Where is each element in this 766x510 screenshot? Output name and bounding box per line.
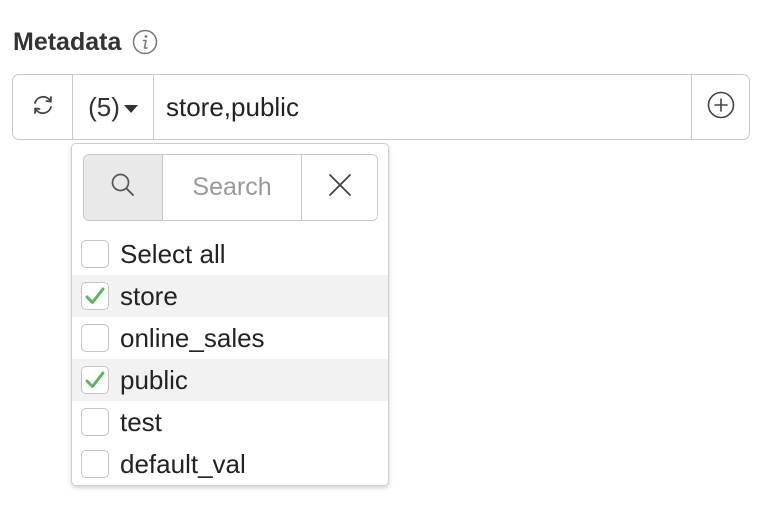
check-icon — [85, 371, 105, 388]
add-button[interactable] — [691, 75, 749, 139]
option-item[interactable]: test — [72, 401, 388, 443]
option-item[interactable]: store — [72, 275, 388, 317]
search-addon — [84, 155, 163, 220]
refresh-icon — [30, 92, 56, 123]
refresh-button[interactable] — [13, 75, 73, 139]
metadata-widget: Metadata (5) store,public Search Select … — [0, 0, 766, 510]
checkbox[interactable] — [81, 240, 109, 268]
close-icon — [327, 172, 353, 203]
check-icon — [85, 287, 105, 304]
search-icon — [109, 171, 137, 204]
metadata-value-field[interactable]: store,public — [154, 75, 691, 139]
option-item[interactable]: public — [72, 359, 388, 401]
count-dropdown-button[interactable]: (5) — [73, 75, 154, 139]
option-item[interactable]: default_val — [72, 443, 388, 485]
info-icon[interactable] — [132, 29, 158, 55]
metadata-input-group: (5) store,public — [12, 74, 750, 140]
option-label: Select all — [120, 238, 226, 269]
metadata-value: store,public — [166, 91, 299, 122]
checkbox[interactable] — [81, 324, 109, 352]
option-label: public — [120, 364, 188, 395]
option-list: Select all store online_sales public tes… — [72, 233, 388, 485]
search-input[interactable] — [163, 155, 302, 220]
option-item[interactable]: online_sales — [72, 317, 388, 359]
option-label: test — [120, 406, 162, 437]
checkbox[interactable] — [81, 408, 109, 436]
option-item[interactable]: Select all — [72, 233, 388, 275]
search-group — [83, 154, 378, 221]
metadata-dropdown-menu: Select all store online_sales public — [71, 143, 389, 486]
clear-search-button[interactable] — [302, 155, 377, 220]
option-label: online_sales — [120, 322, 265, 353]
count-label: (5) — [88, 91, 120, 122]
title-row: Metadata — [13, 26, 158, 58]
option-label: default_val — [120, 448, 246, 479]
option-label: store — [120, 280, 178, 311]
checkbox[interactable] — [81, 282, 109, 310]
checkbox[interactable] — [81, 450, 109, 478]
field-title: Metadata — [13, 27, 122, 56]
checkbox[interactable] — [81, 366, 109, 394]
caret-down-icon — [123, 104, 138, 113]
plus-circle-icon — [707, 91, 735, 124]
